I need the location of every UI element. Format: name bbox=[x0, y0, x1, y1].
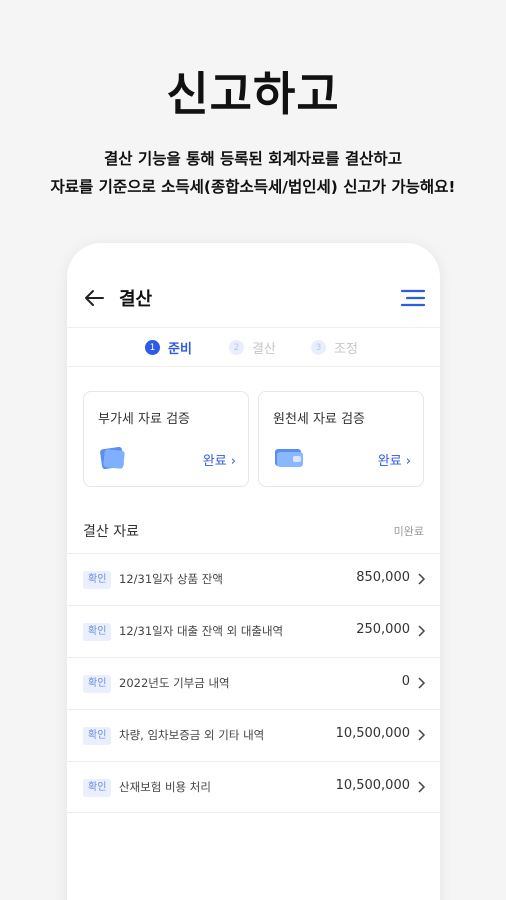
chevron-right-icon bbox=[418, 573, 426, 585]
hero-description: 결산 기능을 통해 등록된 회계자료를 결산하고 자료를 기준으로 소득세(종합… bbox=[0, 145, 506, 201]
section-status: 미완료 bbox=[393, 525, 424, 538]
step-label: 준비 bbox=[168, 342, 192, 357]
item-label: 12/31일자 대출 잔액 외 대출내역 bbox=[119, 624, 284, 638]
menu-icon[interactable] bbox=[400, 289, 426, 307]
hero-description-line-1: 결산 기능을 통해 등록된 회계자료를 결산하고 bbox=[104, 150, 402, 168]
item-label: 산재보험 비용 처리 bbox=[119, 780, 211, 794]
card-status-link[interactable]: 완료 › bbox=[378, 450, 411, 469]
item-value: 10,500,000 bbox=[335, 726, 410, 741]
list-item[interactable]: 확인 차량, 임차보증금 외 기타 내역 10,500,000 bbox=[67, 709, 440, 761]
item-label: 차량, 임차보증금 외 기타 내역 bbox=[119, 728, 265, 742]
settlement-data-list: 확인 12/31일자 상품 잔액 850,000 확인 12/31일자 대출 잔… bbox=[67, 553, 440, 813]
item-value: 250,000 bbox=[356, 622, 410, 637]
card-title: 부가세 자료 검증 bbox=[98, 412, 190, 427]
item-label: 12/31일자 상품 잔액 bbox=[119, 572, 223, 586]
document-icon bbox=[100, 446, 125, 470]
list-item[interactable]: 확인 2022년도 기부금 내역 0 bbox=[67, 657, 440, 709]
step-number: 1 bbox=[145, 340, 160, 355]
list-item[interactable]: 확인 12/31일자 상품 잔액 850,000 bbox=[67, 553, 440, 605]
wallet-icon bbox=[275, 449, 303, 467]
vat-verify-card[interactable]: 부가세 자료 검증 완료 › bbox=[83, 391, 249, 487]
settlement-data-header: 결산 자료 미완료 bbox=[83, 521, 424, 541]
confirm-badge: 확인 bbox=[83, 727, 112, 745]
card-status-label: 완료 bbox=[202, 454, 227, 469]
confirm-badge: 확인 bbox=[83, 779, 112, 797]
section-title: 결산 자료 bbox=[83, 524, 139, 540]
step-adjust[interactable]: 3 조정 bbox=[311, 338, 358, 357]
card-status-label: 완료 bbox=[377, 454, 402, 469]
item-value: 850,000 bbox=[356, 570, 410, 585]
chevron-right-icon bbox=[418, 677, 426, 689]
page-title: 결산 bbox=[119, 289, 153, 310]
hero-description-line-2: 자료를 기준으로 소득세(종합소득세/법인세) 신고가 가능해요! bbox=[50, 178, 456, 196]
confirm-badge: 확인 bbox=[83, 571, 112, 589]
app-topbar: 결산 bbox=[67, 281, 440, 315]
item-label: 2022년도 기부금 내역 bbox=[119, 676, 230, 690]
step-label: 결산 bbox=[252, 342, 276, 357]
step-settle[interactable]: 2 결산 bbox=[229, 338, 276, 357]
withholding-verify-card[interactable]: 원천세 자료 검증 완료 › bbox=[258, 391, 424, 487]
card-title: 원천세 자료 검증 bbox=[273, 412, 365, 427]
step-label: 조정 bbox=[334, 342, 358, 357]
step-prepare[interactable]: 1 준비 bbox=[145, 338, 192, 357]
step-number: 2 bbox=[229, 340, 244, 355]
step-number: 3 bbox=[311, 340, 326, 355]
list-item[interactable]: 확인 12/31일자 대출 잔액 외 대출내역 250,000 bbox=[67, 605, 440, 657]
confirm-badge: 확인 bbox=[83, 675, 112, 693]
hero-title: 신고하고 bbox=[166, 67, 340, 121]
arrow-left-icon[interactable] bbox=[83, 287, 105, 309]
card-status-link[interactable]: 완료 › bbox=[203, 450, 236, 469]
step-indicator: 1 준비 2 결산 3 조정 bbox=[67, 327, 440, 367]
phone-frame: 결산 1 준비 2 결산 3 조정 부가세 자료 검증 완료 › 원천세 자료 … bbox=[67, 243, 440, 900]
item-value: 0 bbox=[401, 674, 410, 689]
chevron-right-icon bbox=[418, 781, 426, 793]
list-item[interactable]: 확인 산재보험 비용 처리 10,500,000 bbox=[67, 761, 440, 813]
chevron-right-icon bbox=[418, 625, 426, 637]
item-value: 10,500,000 bbox=[335, 778, 410, 793]
confirm-badge: 확인 bbox=[83, 623, 112, 641]
chevron-right-icon bbox=[418, 729, 426, 741]
